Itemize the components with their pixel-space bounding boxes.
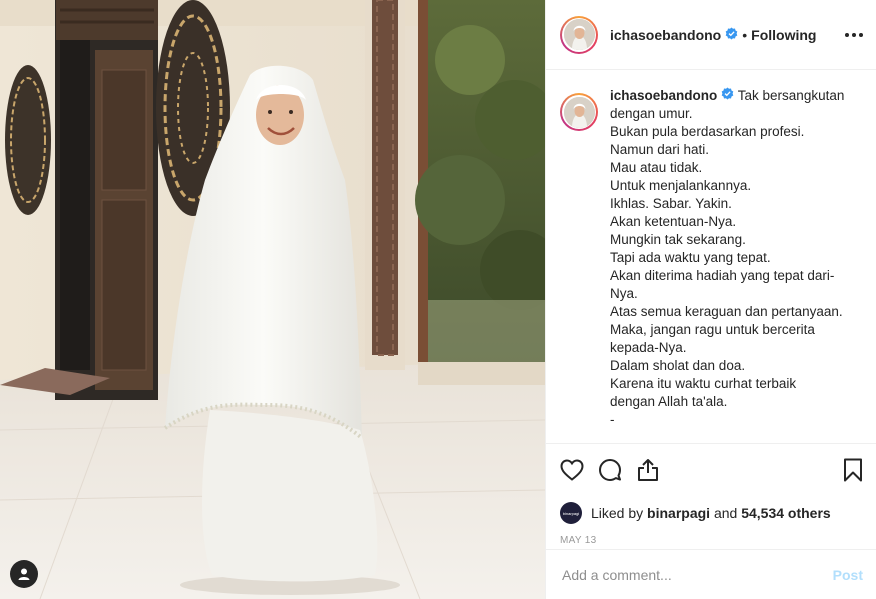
caption-line: Dalam sholat dan doa. bbox=[610, 358, 746, 374]
comment-bubble-icon[interactable] bbox=[598, 458, 622, 482]
comment-input[interactable] bbox=[560, 565, 833, 584]
bookmark-icon[interactable] bbox=[843, 458, 863, 482]
avatar-picture bbox=[563, 19, 595, 50]
avatar[interactable] bbox=[563, 19, 595, 50]
liked-by-prefix: Liked by bbox=[591, 505, 644, 521]
caption-line: Nya. bbox=[610, 286, 638, 302]
caption-line: Bukan pula berdasarkan profesi. bbox=[610, 124, 805, 140]
story-ring[interactable] bbox=[560, 15, 598, 54]
caption-line: Karena itu waktu curhat terbaik bbox=[610, 376, 797, 392]
caption-line: Atas semua keraguan dan pertanyaan. bbox=[610, 304, 843, 320]
caption-line: Namun dari hati. bbox=[610, 142, 710, 158]
verified-badge-icon bbox=[725, 27, 738, 43]
caption-line: Mau atau tidak. bbox=[610, 160, 703, 176]
liker-username-link[interactable]: binarpagi bbox=[647, 505, 710, 521]
caption-line: Untuk menjalankannya. bbox=[610, 178, 752, 194]
likes-count-link[interactable]: 54,534 others bbox=[741, 505, 831, 521]
post-date[interactable]: MAY 13 bbox=[560, 535, 863, 546]
caption-line: dengan umur. bbox=[610, 106, 693, 122]
post-photo[interactable] bbox=[0, 0, 545, 599]
caption-line: kepada-Nya. bbox=[610, 340, 687, 356]
caption-text: ichasoebandono Tak bersangkutan dengan u… bbox=[610, 87, 844, 429]
liker-avatar[interactable]: binarpagi bbox=[560, 502, 582, 524]
user-tag-icon bbox=[18, 568, 30, 580]
caption-username-link[interactable]: ichasoebandono bbox=[610, 88, 717, 103]
post-image bbox=[0, 0, 545, 599]
user-tag-button[interactable] bbox=[10, 560, 38, 588]
separator-dot: • bbox=[742, 26, 748, 43]
likes-summary: binarpagi Liked by binarpagi and 54,534 … bbox=[560, 502, 863, 524]
share-icon[interactable] bbox=[636, 458, 660, 482]
caption-line: Tapi ada waktu yang tepat. bbox=[610, 250, 771, 266]
following-button[interactable]: Following bbox=[751, 27, 816, 43]
caption-line: Ikhlas. Sabar. Yakin. bbox=[610, 196, 732, 212]
post-actions: binarpagi Liked by binarpagi and 54,534 … bbox=[546, 443, 876, 551]
liker-avatar-text: binarpagi bbox=[562, 510, 580, 516]
caption-story-ring[interactable] bbox=[560, 93, 598, 131]
caption-line: Tak bersangkutan bbox=[737, 88, 845, 103]
liked-by-and: and bbox=[713, 505, 738, 521]
caption-avatar-picture bbox=[563, 96, 595, 128]
caption-line: Akan diterima hadiah yang tepat dari- bbox=[610, 268, 835, 284]
caption: ichasoebandono Tak bersangkutan dengan u… bbox=[560, 87, 863, 429]
post-comment-button[interactable]: Post bbox=[833, 567, 863, 583]
caption-line: - bbox=[610, 412, 615, 428]
username-link[interactable]: ichasoebandono bbox=[610, 27, 721, 43]
caption-line: dengan Allah ta'ala. bbox=[610, 394, 728, 410]
caption-line: Akan ketentuan-Nya. bbox=[610, 214, 737, 230]
heart-icon[interactable] bbox=[560, 459, 584, 481]
caption-avatar[interactable] bbox=[563, 96, 595, 128]
post-sidebar: ichasoebandono • Following ichasoebandon… bbox=[545, 0, 876, 599]
more-options-icon[interactable] bbox=[845, 32, 863, 37]
comment-form: Post bbox=[546, 549, 876, 599]
post-header: ichasoebandono • Following bbox=[546, 0, 876, 70]
comments-section[interactable]: ichasoebandono Tak bersangkutan dengan u… bbox=[546, 71, 876, 443]
caption-line: Mungkin tak sekarang. bbox=[610, 232, 746, 248]
caption-verified-badge-icon bbox=[721, 87, 734, 105]
caption-line: Maka, jangan ragu untuk bercerita bbox=[610, 322, 815, 338]
